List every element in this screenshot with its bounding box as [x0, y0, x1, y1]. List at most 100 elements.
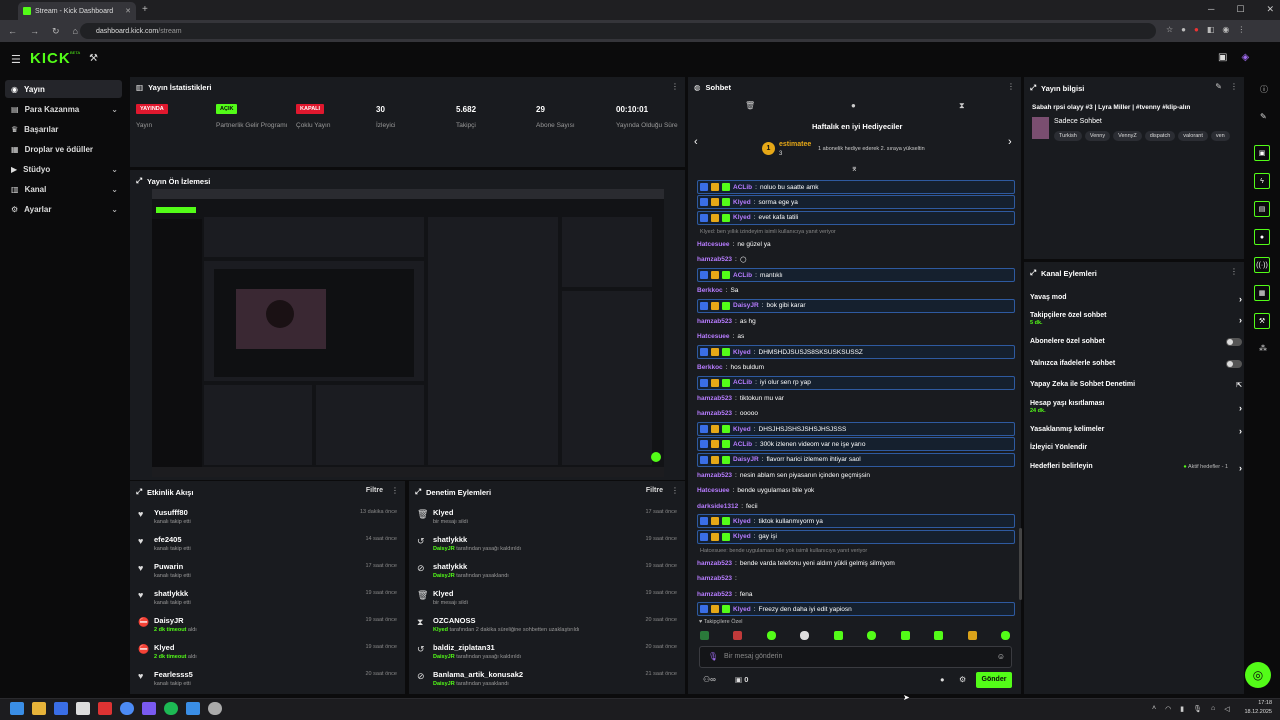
- collapse-icon[interactable]: ⌆: [851, 164, 858, 173]
- subscribers-only-toggle[interactable]: [1226, 338, 1242, 346]
- emotes-only-toggle[interactable]: [1226, 360, 1242, 368]
- chevron-up-icon[interactable]: ˄: [1152, 705, 1156, 713]
- connections-icon[interactable]: ⁂: [1259, 344, 1267, 353]
- activity-username[interactable]: DaisyJR: [154, 616, 184, 625]
- stream-preview-video[interactable]: [152, 189, 664, 477]
- chat-input[interactable]: 🎙 Bir mesaj gönderin ☺: [699, 646, 1012, 668]
- tray-app-icon[interactable]: ▮: [1180, 705, 1184, 713]
- filter-button[interactable]: Filtre: [366, 487, 383, 494]
- trash-icon[interactable]: 🗑: [745, 101, 755, 110]
- chat-username[interactable]: Klyed: [733, 349, 751, 356]
- sidebar-item-para-kazanma[interactable]: ▤ Para Kazanma ⌄: [5, 100, 122, 118]
- mod-username[interactable]: Klyed: [433, 508, 453, 517]
- chat-username[interactable]: ACLib: [733, 272, 752, 279]
- emote-icon[interactable]: [733, 631, 743, 640]
- chat-username[interactable]: hamzab523: [697, 256, 732, 263]
- mic-icon[interactable]: 🎙: [708, 652, 718, 661]
- activity-username[interactable]: efe2405: [154, 535, 182, 544]
- emoji-icon[interactable]: ☺: [997, 652, 1005, 661]
- headset-icon[interactable]: ◠: [1165, 705, 1171, 713]
- chat-username[interactable]: Klyed: [733, 518, 751, 525]
- rail-layout-icon[interactable]: ▦: [1254, 285, 1270, 301]
- minimize-icon[interactable]: ─: [1208, 4, 1214, 15]
- action-followers-only[interactable]: Takipçilere özel sohbet 5 dk. ›: [1030, 312, 1242, 326]
- chat-scrollbar[interactable]: [1019, 528, 1022, 600]
- sidebar-item-ayarlar[interactable]: ⚙ Ayarlar ⌄: [5, 200, 122, 218]
- emote-icon[interactable]: [700, 631, 709, 640]
- mod-username[interactable]: Banlama_artik_konusak2: [433, 670, 523, 679]
- sidebar-item-droplar[interactable]: ▦ Droplar ve ödüller: [5, 140, 122, 158]
- browser-tab[interactable]: Stream - Kick Dashboard ✕: [18, 2, 136, 20]
- sidebar-item-kanal[interactable]: ▥ Kanal ⌄: [5, 180, 122, 198]
- action-slow-mode[interactable]: Yavaş mod ›: [1030, 294, 1242, 304]
- more-icon[interactable]: ⋮: [391, 486, 399, 495]
- sidebar-item-yayin[interactable]: ◉ Yayın: [5, 80, 122, 98]
- mod-username[interactable]: OZCANOSS: [433, 616, 476, 625]
- chat-username[interactable]: ACLib: [733, 379, 752, 386]
- mod-username[interactable]: Klyed: [433, 589, 453, 598]
- emote-icon[interactable]: [900, 631, 910, 640]
- chat-bubble-icon[interactable]: ●: [940, 675, 945, 684]
- info-icon[interactable]: ⓘ: [1260, 84, 1268, 95]
- screen-icon[interactable]: ▣: [1218, 52, 1227, 63]
- activity-username[interactable]: shatlykkk: [154, 589, 188, 598]
- action-goals[interactable]: Hedefleri belirleyin ● Aktif hedefler - 1…: [1030, 463, 1242, 473]
- tag[interactable]: valorant: [1178, 131, 1208, 141]
- kick-logo[interactable]: KICK: [30, 50, 71, 67]
- sidebar-item-studyo[interactable]: ▶ Stüdyo ⌄: [5, 160, 122, 178]
- rail-bolt-icon[interactable]: ϟ: [1254, 173, 1270, 189]
- back-icon[interactable]: ←: [8, 26, 17, 37]
- edit-icon[interactable]: ✎: [1215, 82, 1222, 91]
- hamburger-menu-icon[interactable]: ☰: [11, 53, 21, 66]
- chat-username[interactable]: hamzab523: [697, 591, 732, 598]
- activity-username[interactable]: Klyed: [154, 643, 174, 652]
- filter-button[interactable]: Filtre: [646, 487, 663, 494]
- profile-avatar[interactable]: ◉: [1222, 25, 1229, 34]
- rail-video-icon[interactable]: ▣: [1254, 145, 1270, 161]
- chat-username[interactable]: hamzab523: [697, 318, 732, 325]
- mail-icon[interactable]: [54, 702, 68, 715]
- mic-icon[interactable]: 🎙: [1193, 705, 1202, 713]
- discord-icon[interactable]: [142, 702, 156, 715]
- mod-username[interactable]: shatlykkk: [433, 535, 467, 544]
- chat-username[interactable]: Berkkoc: [697, 364, 723, 371]
- chat-username[interactable]: Klyed: [733, 606, 751, 613]
- tag[interactable]: dispatch: [1144, 131, 1176, 141]
- emote-icon[interactable]: [766, 631, 776, 640]
- mod-username[interactable]: shatlykkk: [433, 562, 467, 571]
- chat-username[interactable]: DaisyJR: [733, 302, 759, 309]
- action-raid[interactable]: İzleyici Yönlendir: [1030, 444, 1242, 451]
- chat-username[interactable]: Berkkoc: [697, 287, 723, 294]
- more-icon[interactable]: ⋮: [1230, 267, 1238, 276]
- chat-username[interactable]: Hatcesuee: [697, 333, 730, 340]
- chevron-right-icon[interactable]: ›: [1008, 136, 1012, 148]
- sidebar-item-basarilar[interactable]: ♛ Başarılar: [5, 120, 122, 138]
- rail-wrench-icon[interactable]: ⚒: [1254, 313, 1270, 329]
- points-display[interactable]: ▣ 0: [735, 675, 748, 684]
- chat-username[interactable]: hamzab523: [697, 395, 732, 402]
- chat-username[interactable]: Klyed: [733, 533, 751, 540]
- chat-username[interactable]: Hatcesuee: [697, 241, 730, 248]
- chat-username[interactable]: hamzab523: [697, 575, 732, 582]
- activity-username[interactable]: Yusufff80: [154, 508, 188, 517]
- more-icon[interactable]: ⋮: [1007, 82, 1015, 91]
- bookmark-star-icon[interactable]: ☆: [1166, 25, 1173, 34]
- more-icon[interactable]: ⋮: [1230, 82, 1238, 91]
- network-icon[interactable]: ⌂: [1211, 705, 1215, 713]
- app-icon[interactable]: [186, 702, 200, 715]
- chat-username[interactable]: ACLib: [733, 184, 752, 191]
- new-tab-icon[interactable]: +: [142, 4, 148, 15]
- action-banned-words[interactable]: Yasaklanmış kelimeler ›: [1030, 426, 1242, 436]
- chat-username[interactable]: ACLib: [733, 441, 752, 448]
- activity-username[interactable]: Fearlesss5: [154, 670, 193, 679]
- tag[interactable]: VennyZ: [1113, 131, 1142, 141]
- emote-icon[interactable]: [833, 631, 843, 640]
- app-icon[interactable]: [76, 702, 90, 715]
- chat-username[interactable]: DaisyJR: [733, 456, 759, 463]
- more-icon[interactable]: ⋮: [671, 82, 679, 91]
- edit-icon[interactable]: ✎: [1260, 112, 1267, 121]
- chat-username[interactable]: Klyed: [733, 199, 751, 206]
- rail-chat-icon[interactable]: ●: [1254, 229, 1270, 245]
- emote-icon[interactable]: [967, 631, 977, 640]
- maximize-icon[interactable]: ☐: [1236, 4, 1244, 15]
